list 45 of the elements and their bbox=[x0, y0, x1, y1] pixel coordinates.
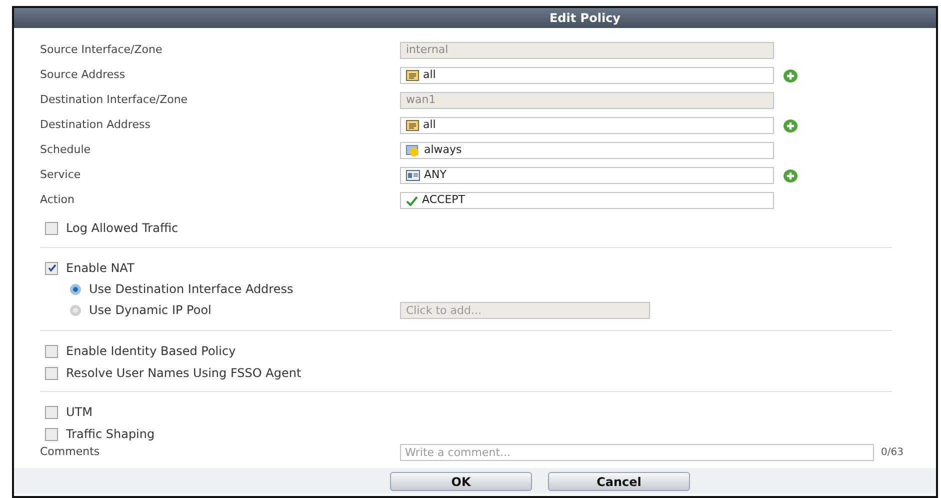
input-field: internal bbox=[400, 42, 774, 59]
field-label: Destination Address bbox=[40, 117, 152, 134]
address-icon bbox=[406, 70, 419, 81]
check-icon bbox=[406, 196, 418, 206]
checkbox[interactable] bbox=[45, 428, 58, 440]
window-title: Edit Policy bbox=[549, 10, 620, 27]
checkbox-label: Traffic Shaping bbox=[66, 426, 155, 443]
checkbox-label: UTM bbox=[66, 404, 92, 421]
checkbox-label: Enable NAT bbox=[66, 260, 134, 277]
radio-button[interactable] bbox=[70, 304, 81, 316]
field-label: Source Interface/Zone bbox=[40, 42, 164, 58]
field-label: Action bbox=[40, 192, 76, 208]
ip-pool-field[interactable]: Click to add... bbox=[400, 302, 650, 318]
radio-label: Use Dynamic IP Pool bbox=[89, 302, 212, 319]
checkbox[interactable] bbox=[45, 344, 58, 358]
add-icon[interactable] bbox=[783, 168, 798, 182]
input-field[interactable]: ANY bbox=[400, 167, 774, 184]
checkbox[interactable] bbox=[45, 262, 58, 274]
checkbox-label: Enable Identity Based Policy bbox=[66, 343, 236, 360]
input-field[interactable]: ACCEPT bbox=[400, 192, 774, 209]
comments-label: Comments bbox=[40, 444, 101, 460]
dialog-button[interactable]: Cancel bbox=[548, 472, 690, 490]
input-field[interactable]: all bbox=[400, 117, 774, 134]
field-label: Destination Interface/Zone bbox=[40, 92, 189, 108]
comment-field[interactable]: Write a comment... bbox=[400, 444, 874, 460]
add-icon[interactable] bbox=[783, 118, 798, 132]
character-counter: 0/63 bbox=[881, 446, 904, 460]
input-field[interactable]: always bbox=[400, 142, 774, 159]
address-icon bbox=[406, 120, 419, 131]
checkbox[interactable] bbox=[45, 222, 58, 234]
checkbox-label: Resolve User Names Using FSSO Agent bbox=[66, 365, 302, 382]
radio-label: Use Destination Interface Address bbox=[89, 281, 294, 298]
clock-icon bbox=[406, 144, 420, 156]
radio-button[interactable] bbox=[70, 284, 81, 294]
field-label: Schedule bbox=[40, 142, 92, 158]
add-icon[interactable] bbox=[783, 68, 798, 82]
input-field: wan1 bbox=[400, 92, 774, 109]
checkbox-label: Log Allowed Traffic bbox=[66, 220, 178, 237]
field-label: Service bbox=[40, 167, 82, 184]
checkbox[interactable] bbox=[45, 406, 58, 418]
dialog-button[interactable]: OK bbox=[390, 472, 532, 490]
checkbox[interactable] bbox=[45, 366, 58, 380]
field-label: Source Address bbox=[40, 67, 126, 84]
input-field[interactable]: all bbox=[400, 67, 774, 84]
service-icon bbox=[406, 170, 420, 181]
